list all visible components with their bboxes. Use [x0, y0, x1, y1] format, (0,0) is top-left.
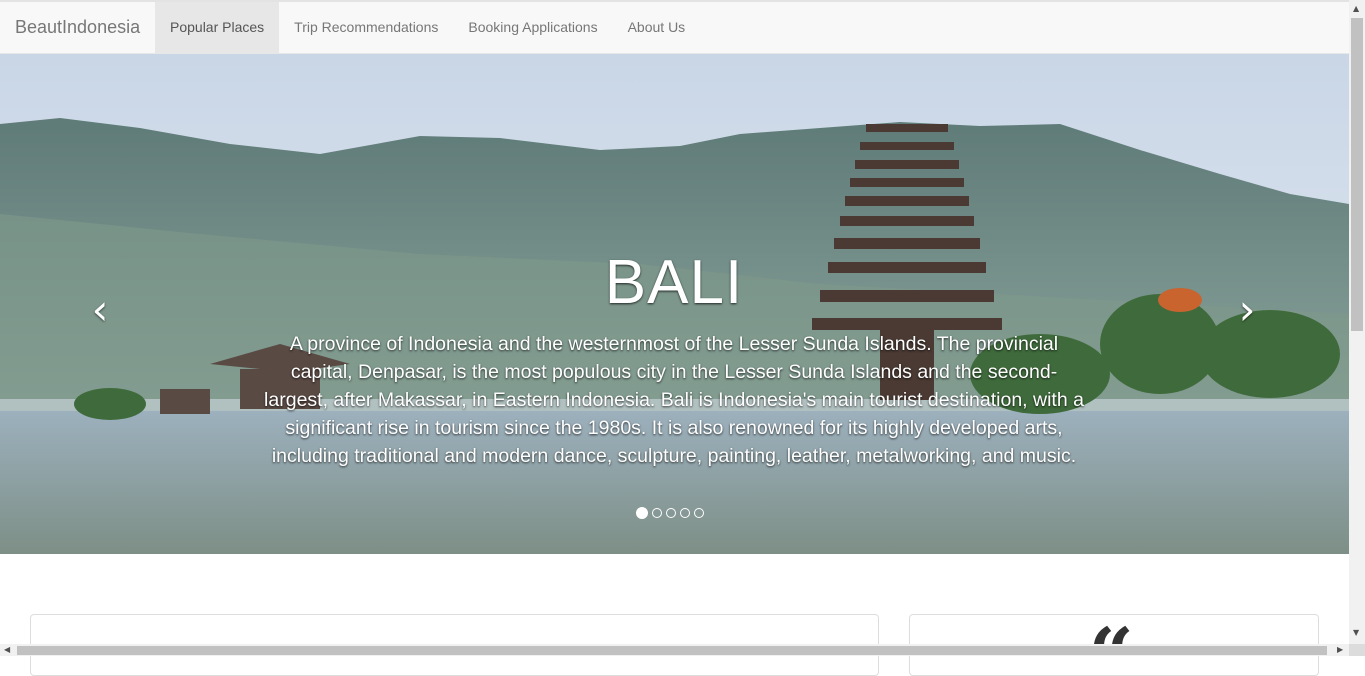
carousel-indicator-3[interactable] [666, 508, 676, 518]
brand-logo[interactable]: BeautIndonesia [15, 2, 140, 53]
hero-carousel: ‹ › BALI A province of Indonesia and the… [0, 54, 1349, 554]
carousel-indicator-5[interactable] [694, 508, 704, 518]
slide-description: A province of Indonesia and the westernm… [264, 333, 1084, 467]
chevron-right-icon: › [1238, 285, 1256, 334]
scrollbar-corner [1349, 644, 1365, 656]
nav-item-trip-recommendations[interactable]: Trip Recommendations [279, 2, 453, 53]
nav-item-booking-applications[interactable]: Booking Applications [453, 2, 612, 53]
nav-menu: Popular Places Trip Recommendations Book… [155, 2, 700, 53]
scroll-left-arrow-icon[interactable]: ◀ [4, 645, 10, 654]
carousel-prev-button[interactable]: ‹ [82, 289, 118, 331]
carousel-next-button[interactable]: › [1229, 289, 1265, 331]
scroll-down-arrow-icon[interactable]: ▼ [1353, 628, 1359, 637]
scroll-right-arrow-icon[interactable]: ▶ [1337, 645, 1343, 654]
chevron-left-icon: ‹ [91, 285, 109, 334]
nav-item-about-us[interactable]: About Us [613, 2, 701, 53]
carousel-indicator-2[interactable] [652, 508, 662, 518]
horizontal-scrollbar-thumb[interactable] [17, 646, 1327, 655]
carousel-indicator-1[interactable] [636, 507, 648, 519]
carousel-indicator-4[interactable] [680, 508, 690, 518]
nav-item-popular-places[interactable]: Popular Places [155, 2, 280, 53]
navbar: BeautIndonesia Popular Places Trip Recom… [0, 2, 1349, 54]
slide-title: BALI [604, 248, 744, 317]
scroll-up-arrow-icon[interactable]: ▲ [1353, 4, 1359, 13]
vertical-scrollbar-thumb[interactable] [1351, 18, 1363, 331]
carousel-indicators [636, 506, 704, 520]
carousel-caption: BALI A province of Indonesia and the wes… [262, 244, 1086, 470]
